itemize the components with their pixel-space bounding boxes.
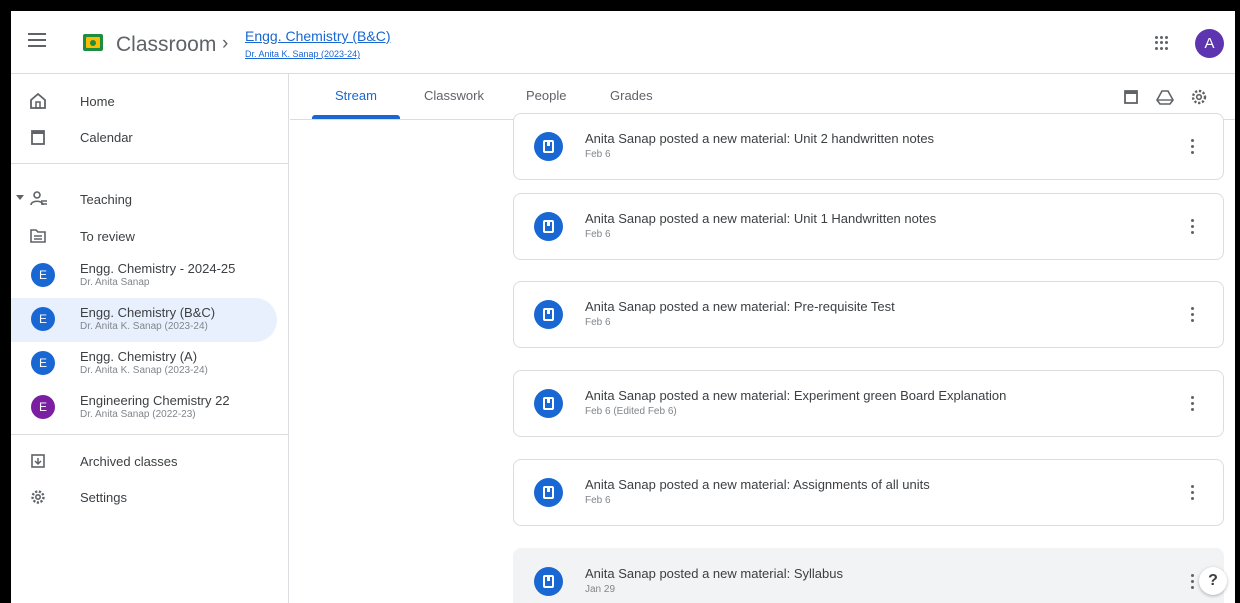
post-title: Anita Sanap posted a new material: Sylla… bbox=[585, 566, 843, 581]
post-date: Feb 6 bbox=[585, 317, 611, 328]
class-badge: E bbox=[31, 263, 55, 287]
class-name: Engg. Chemistry - 2024-25 bbox=[80, 261, 236, 276]
google-apps-icon[interactable] bbox=[1155, 36, 1169, 50]
class-teacher: Dr. Anita K. Sanap (2023-24) bbox=[80, 365, 208, 376]
class-name: Engineering Chemistry 22 bbox=[80, 393, 230, 408]
classroom-logo-icon[interactable] bbox=[83, 34, 103, 51]
sidebar-item-class[interactable]: E Engg. Chemistry (A) Dr. Anita K. Sanap… bbox=[11, 342, 277, 386]
breadcrumb-chevron-icon: › bbox=[222, 33, 229, 54]
tab-grades[interactable]: Grades bbox=[610, 88, 653, 103]
class-badge: E bbox=[31, 307, 55, 331]
help-icon[interactable]: ? bbox=[1199, 567, 1227, 595]
sidebar-item-teaching[interactable]: Teaching bbox=[11, 180, 277, 218]
sidebar-item-label: Teaching bbox=[80, 192, 133, 207]
stream-post[interactable]: Anita Sanap posted a new material: Unit … bbox=[513, 193, 1224, 260]
account-avatar[interactable]: A bbox=[1195, 29, 1224, 58]
home-icon bbox=[30, 93, 46, 109]
more-options-icon[interactable] bbox=[1191, 485, 1195, 501]
class-teacher: Dr. Anita Sanap bbox=[80, 277, 150, 288]
sidebar-item-to-review[interactable]: To review bbox=[11, 217, 277, 255]
class-name: Engg. Chemistry (B&C) bbox=[80, 305, 216, 320]
sidebar-item-label: Calendar bbox=[80, 130, 133, 145]
calendar-icon[interactable] bbox=[1122, 88, 1140, 106]
material-icon bbox=[534, 212, 563, 241]
sidebar-item-archived[interactable]: Archived classes bbox=[11, 442, 277, 480]
sidebar-item-class-selected[interactable]: E Engg. Chemistry (B&C) Dr. Anita K. San… bbox=[11, 298, 277, 342]
teaching-people-icon bbox=[30, 191, 47, 206]
material-icon bbox=[534, 300, 563, 329]
gear-icon[interactable] bbox=[1190, 88, 1208, 106]
class-teacher: Dr. Anita K. Sanap (2023-24) bbox=[80, 321, 208, 332]
post-date: Feb 6 bbox=[585, 495, 611, 506]
class-subtitle-link[interactable]: Dr. Anita K. Sanap (2023-24) bbox=[245, 49, 360, 59]
stream-post[interactable]: Anita Sanap posted a new material: Pre-r… bbox=[513, 281, 1224, 348]
stream-post[interactable]: Anita Sanap posted a new material: Unit … bbox=[513, 113, 1224, 180]
post-date: Jan 29 bbox=[585, 584, 616, 595]
material-icon bbox=[534, 478, 563, 507]
drive-folder-icon[interactable] bbox=[1156, 88, 1174, 106]
sidebar-item-label: Settings bbox=[80, 490, 127, 505]
tab-people[interactable]: People bbox=[526, 88, 566, 103]
tab-stream[interactable]: Stream bbox=[335, 88, 377, 103]
sidebar: Home Calendar Teaching To review E Engg.… bbox=[11, 74, 289, 603]
tab-classwork[interactable]: Classwork bbox=[424, 88, 484, 103]
material-icon bbox=[534, 567, 563, 596]
sidebar-item-label: Archived classes bbox=[80, 454, 178, 469]
calendar-icon bbox=[31, 130, 45, 145]
sidebar-item-settings[interactable]: Settings bbox=[11, 478, 277, 516]
material-icon bbox=[534, 389, 563, 418]
sidebar-item-label: Home bbox=[80, 94, 115, 109]
post-date: Feb 6 bbox=[585, 149, 611, 160]
class-badge: E bbox=[31, 395, 55, 419]
material-icon bbox=[534, 132, 563, 161]
sidebar-item-label: To review bbox=[80, 229, 135, 244]
stream-post[interactable]: Anita Sanap posted a new material: Exper… bbox=[513, 370, 1224, 437]
post-title: Anita Sanap posted a new material: Unit … bbox=[585, 131, 935, 146]
sidebar-item-home[interactable]: Home bbox=[11, 82, 277, 120]
to-review-icon bbox=[30, 229, 46, 243]
more-options-icon[interactable] bbox=[1191, 396, 1195, 412]
post-date: Feb 6 bbox=[585, 229, 611, 240]
more-options-icon[interactable] bbox=[1191, 139, 1195, 155]
post-title: Anita Sanap posted a new material: Exper… bbox=[585, 388, 1007, 403]
stream-post[interactable]: Anita Sanap posted a new material: Sylla… bbox=[513, 548, 1224, 603]
post-title: Anita Sanap posted a new material: Unit … bbox=[585, 211, 937, 226]
sidebar-item-class[interactable]: E Engg. Chemistry - 2024-25 Dr. Anita Sa… bbox=[11, 254, 277, 298]
class-badge: E bbox=[31, 351, 55, 375]
post-date: Feb 6 (Edited Feb 6) bbox=[585, 406, 677, 417]
more-options-icon[interactable] bbox=[1191, 307, 1195, 323]
top-app-bar: Classroom › Engg. Chemistry (B&C) Dr. An… bbox=[11, 11, 1235, 74]
main-menu-icon[interactable] bbox=[28, 33, 46, 47]
sidebar-item-calendar[interactable]: Calendar bbox=[11, 118, 277, 156]
sidebar-divider bbox=[11, 163, 289, 164]
more-options-icon[interactable] bbox=[1191, 574, 1195, 590]
sidebar-item-class[interactable]: E Engineering Chemistry 22 Dr. Anita San… bbox=[11, 386, 277, 430]
active-tab-indicator bbox=[312, 115, 400, 119]
class-name: Engg. Chemistry (A) bbox=[80, 349, 198, 364]
class-title-link[interactable]: Engg. Chemistry (B&C) bbox=[245, 28, 390, 44]
more-options-icon[interactable] bbox=[1191, 219, 1195, 235]
caret-down-icon bbox=[16, 195, 24, 200]
stream-post[interactable]: Anita Sanap posted a new material: Assig… bbox=[513, 459, 1224, 526]
classroom-window: Classroom › Engg. Chemistry (B&C) Dr. An… bbox=[11, 11, 1235, 603]
app-name[interactable]: Classroom bbox=[116, 33, 216, 57]
sidebar-divider bbox=[11, 434, 289, 435]
class-teacher: Dr. Anita Sanap (2022-23) bbox=[80, 409, 196, 420]
post-title: Anita Sanap posted a new material: Assig… bbox=[585, 477, 930, 492]
archive-icon bbox=[31, 454, 45, 468]
post-title: Anita Sanap posted a new material: Pre-r… bbox=[585, 299, 895, 314]
gear-icon bbox=[31, 490, 45, 504]
